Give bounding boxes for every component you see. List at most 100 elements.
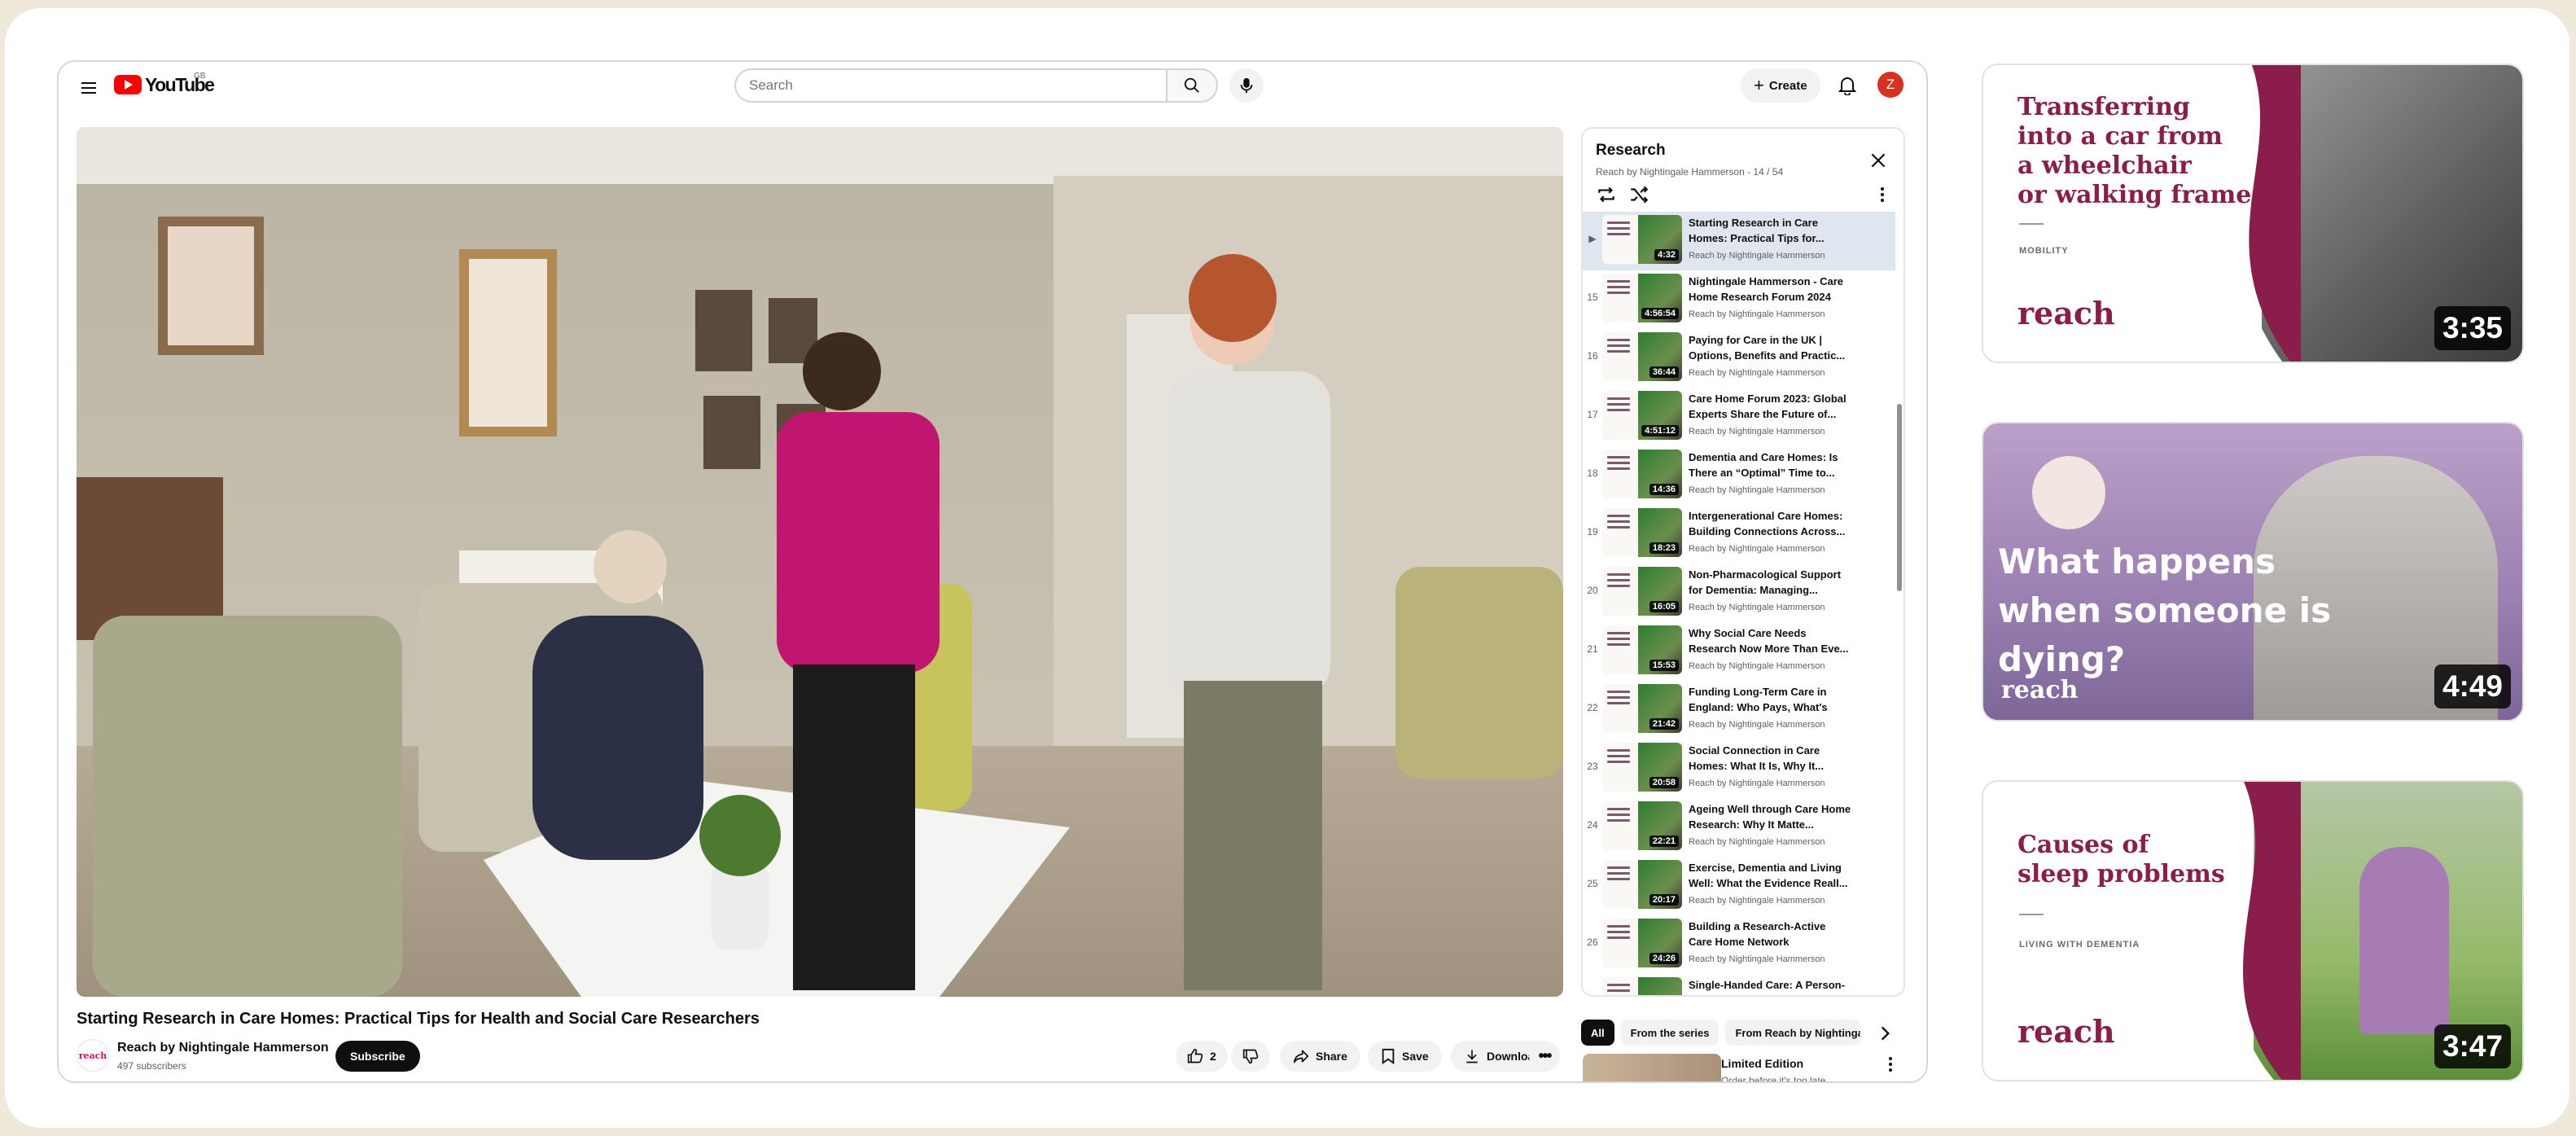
create-button[interactable]: + Create (1741, 68, 1820, 103)
playlist-item[interactable]: 15 4:56:54 Nightingale Hammerson - Care Ho… (1583, 270, 1895, 329)
playlist-item-duration: 36:44 (1649, 366, 1679, 378)
playlist-item-channel: Reach by Nightingale Hammerson (1689, 251, 1825, 261)
filter-chips: All From the series From Reach by Nighting… (1581, 1020, 1861, 1046)
recommended-thumbnail[interactable] (1583, 1054, 1721, 1081)
playlist-item-thumbnail: 14:36 (1602, 450, 1682, 498)
search-input[interactable] (734, 68, 1166, 103)
save-label: Save (1402, 1050, 1429, 1063)
channel-avatar[interactable]: reach (77, 1039, 109, 1072)
loop-icon[interactable] (1596, 184, 1617, 205)
card-figure (2359, 847, 2449, 1034)
youtube-play-icon (114, 75, 142, 94)
playlist-item[interactable]: 24 22:21 Ageing Well through Care Home Res… (1583, 798, 1895, 857)
playlist-item[interactable]: 19 18:23 Intergenerational Care Homes: Bui… (1583, 505, 1895, 564)
filter-chip[interactable]: From the series (1620, 1020, 1720, 1046)
playlist-item-channel: Reach by Nightingale Hammerson (1689, 544, 1825, 554)
playlist-item-duration: 16:05 (1649, 601, 1679, 612)
playlist-item-title: Funding Long-Term Care in England: Who P… (1689, 686, 1828, 713)
playlist-item-channel: Reach by Nightingale Hammerson (1689, 954, 1825, 964)
video-frame-image (77, 127, 1563, 997)
playlist-item-duration: 20:17 (1649, 894, 1679, 906)
video-title: Starting Research in Care Homes: Practic… (77, 1010, 760, 1028)
playlist-item-index: 22 (1587, 702, 1598, 713)
playlist-item-thumbnail: 4:51:12 (1602, 391, 1682, 440)
plus-icon: + (1754, 75, 1764, 95)
close-icon[interactable] (1868, 150, 1889, 171)
filter-chip[interactable]: From Reach by Nightingale Hammerson (1725, 1020, 1861, 1046)
like-count: 2 (1210, 1050, 1216, 1063)
subscriber-count: 497 subscribers (117, 1060, 186, 1072)
playlist-item-thumbnail: 24:26 (1602, 919, 1682, 967)
video-card-sleep[interactable]: Causes of sleep problems LIVING WITH DEME… (1982, 780, 2524, 1081)
playlist-item[interactable]: 26 24:26 Building a Research-Active Care H… (1583, 915, 1895, 974)
playlist-item-thumbnail: 4:56:54 (1602, 274, 1682, 322)
menu-icon[interactable] (75, 75, 101, 101)
card-logo: reach (2017, 1013, 2115, 1050)
playlist-item-channel: Reach by Nightingale Hammerson (1689, 661, 1825, 671)
playlist-item-thumbnail: 21:42 (1602, 684, 1682, 733)
playlist-subtitle: Reach by Nightingale Hammerson - 14 / 54 (1596, 166, 1784, 178)
shuffle-icon[interactable] (1628, 184, 1649, 205)
playlist-item-duration: 4:56:54 (1641, 308, 1679, 319)
bell-icon (1838, 77, 1856, 95)
playlist-item-index: 26 (1587, 936, 1598, 948)
dislike-button[interactable] (1231, 1041, 1270, 1072)
video-player[interactable] (77, 127, 1563, 997)
playlist-item-channel: Reach by Nightingale Hammerson (1689, 837, 1825, 847)
playlist-item-duration: 14:36 (1649, 484, 1679, 495)
playlist-item-thumbnail: 36:44 (1602, 332, 1682, 381)
card-duration: 3:35 (2434, 306, 2511, 350)
more-actions-button[interactable]: ••• (1529, 1041, 1560, 1072)
playlist-item[interactable]: 22 21:42 Funding Long-Term Care in England… (1583, 681, 1895, 739)
playlist-item-channel: Reach by Nightingale Hammerson (1689, 427, 1825, 436)
subscribe-button[interactable]: Subscribe (335, 1041, 420, 1072)
playlist-item-index: 17 (1587, 409, 1598, 420)
card-duration: 3:47 (2434, 1024, 2511, 1068)
youtube-window: YouTube GB + Create Z (57, 60, 1928, 1083)
playlist-item[interactable]: Single-Handed Care: A Person- (1583, 974, 1895, 995)
playlist-item-index: ▶ (1588, 233, 1597, 244)
playlist-item[interactable]: 25 20:17 Exercise, Dementia and Living Wel… (1583, 857, 1895, 915)
playlist-item-thumbnail: 18:23 (1602, 508, 1682, 557)
video-card-dying[interactable]: What happens when someone is dying? reach … (1982, 422, 2524, 722)
save-button[interactable]: Save (1368, 1041, 1442, 1072)
playlist-item-duration: 15:53 (1649, 660, 1679, 671)
card-duration: 4:49 (2434, 664, 2511, 708)
playlist-item-thumbnail: 16:05 (1602, 567, 1682, 616)
playlist-item[interactable]: 20 16:05 Non-Pharmacological Support for D… (1583, 564, 1895, 622)
more-vertical-icon[interactable] (1881, 187, 1884, 204)
playlist-item[interactable]: 17 4:51:12 Care Home Forum 2023: Global Ex… (1583, 388, 1895, 446)
playlist-item[interactable]: 21 15:53 Why Social Care Needs Research No… (1583, 622, 1895, 681)
playlist-item-thumbnail: 4:32 (1602, 215, 1682, 264)
playlist-item-channel: Reach by Nightingale Hammerson (1689, 485, 1825, 495)
playlist-item[interactable]: ▶ 4:32 Starting Research in Care Homes: Pr… (1583, 212, 1895, 270)
notifications-button[interactable] (1833, 72, 1861, 99)
account-avatar[interactable]: Z (1877, 72, 1904, 98)
video-card-transferring[interactable]: Transferring into a car from a wheelchair o… (1982, 64, 2524, 363)
card-tag: MOBILITY (2019, 246, 2069, 256)
playlist-item[interactable]: 18 14:36 Dementia and Care Homes: Is There… (1583, 446, 1895, 505)
playlist-item-duration: 21:42 (1649, 718, 1679, 730)
playlist-scrollbar[interactable] (1897, 404, 1902, 591)
playlist-item-channel: Reach by Nightingale Hammerson (1689, 720, 1825, 730)
playlist-item-title: Dementia and Care Homes: Is There an “Op… (1689, 451, 1838, 479)
playlist-item[interactable]: 16 36:44 Paying for Care in the UK | Optio… (1583, 329, 1895, 388)
like-button[interactable]: 2 (1176, 1041, 1228, 1072)
search-button[interactable] (1166, 68, 1218, 103)
recommended-title[interactable]: Limited Edition (1721, 1057, 1803, 1070)
search-bar (734, 68, 1218, 103)
playlist-item-title: Social Connection in Care Homes: What It… (1689, 744, 1825, 772)
chevron-right-icon[interactable] (1874, 1023, 1895, 1044)
card-divider (2019, 223, 2044, 225)
share-icon (1293, 1050, 1309, 1064)
more-vertical-icon[interactable] (1889, 1057, 1892, 1074)
playlist-item-index: 21 (1587, 643, 1598, 655)
filter-chip[interactable]: All (1581, 1020, 1614, 1046)
voice-search-button[interactable] (1229, 68, 1264, 103)
playlist-item-title: Ageing Well through Care Home Research: … (1689, 803, 1851, 831)
playlist-title: Research (1596, 142, 1666, 159)
card-wave (2219, 782, 2301, 1080)
share-button[interactable]: Share (1280, 1041, 1360, 1072)
channel-name[interactable]: Reach by Nightingale Hammerson (117, 1041, 329, 1055)
playlist-item[interactable]: 23 20:58 Social Connection in Care Homes: … (1583, 739, 1895, 798)
